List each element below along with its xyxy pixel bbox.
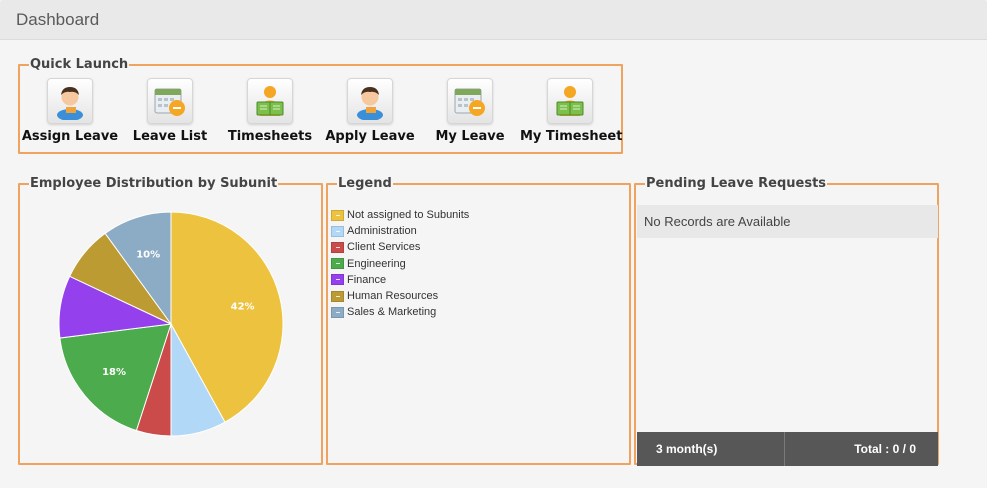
pie-data-label: 18% [102,367,126,378]
legend-list: Not assigned to Subunits Administration … [331,207,469,320]
pie-chart: 42% 18% 10% [58,211,284,437]
quick-launch-timesheets[interactable]: Timesheets [220,78,320,144]
page-title: Dashboard [16,10,100,29]
employee-distribution-panel: Employee Distribution by Subunit 42% 18% 1… [18,176,323,465]
quick-launch-leave-list[interactable]: Leave List [120,78,220,144]
legend-swatch [331,306,344,318]
quick-launch-label: My Leave [435,129,505,144]
quick-launch-label: Apply Leave [325,129,415,144]
legend-title: Legend [338,176,392,191]
calendar-icon [147,78,193,124]
pie-data-label: 10% [136,250,160,261]
legend-label: Sales & Marketing [347,306,437,319]
legend-panel: Legend Not assigned to Subunits Administ… [326,176,631,465]
person-icon [47,78,93,124]
legend-item: Administration [331,223,469,239]
quick-launch-my-timesheet[interactable]: My Timesheet [520,78,623,144]
timesheet-icon [247,78,293,124]
legend-item: Sales & Marketing [331,304,469,320]
pie-data-label: 42% [231,302,255,313]
quick-launch-my-leave[interactable]: My Leave [420,78,520,144]
legend-swatch [331,225,344,237]
quick-launch-assign-leave[interactable]: Assign Leave [20,78,120,144]
pending-title: Pending Leave Requests [646,176,827,191]
period-label: 3 month(s) [637,432,785,466]
quick-launch-label: Assign Leave [21,129,119,144]
legend-item: Engineering [331,256,469,272]
legend-item: Client Services [331,239,469,255]
quick-launch-apply-leave[interactable]: Apply Leave [320,78,420,144]
legend-swatch [331,274,344,286]
total-label: Total : 0 / 0 [854,442,916,456]
distribution-title: Employee Distribution by Subunit [30,176,278,191]
legend-item: Human Resources [331,288,469,304]
legend-swatch [331,241,344,253]
no-records-message: No Records are Available [637,205,938,238]
legend-item: Not assigned to Subunits [331,207,469,223]
legend-swatch [331,258,344,270]
dashboard-header: Dashboard [0,0,987,40]
pending-footer: 3 month(s) Total : 0 / 0 [637,432,938,466]
legend-label: Not assigned to Subunits [347,209,470,222]
legend-swatch [331,290,344,302]
quick-launch-label: Timesheets [227,129,313,144]
quick-launch-panel: Quick Launch Assign Leave Leave List Tim… [18,57,623,154]
legend-label: Engineering [347,257,406,270]
legend-label: Client Services [347,241,421,254]
calendar-icon [447,78,493,124]
timesheet-icon [547,78,593,124]
pending-leave-requests-panel: Pending Leave Requests No Records are Av… [634,176,939,466]
person-icon [347,78,393,124]
quick-launch-label: My Timesheet [520,129,623,144]
legend-label: Administration [347,225,417,238]
legend-label: Finance [347,273,387,286]
legend-swatch [331,209,344,221]
quick-launch-label: Leave List [132,129,208,144]
legend-item: Finance [331,272,469,288]
legend-label: Human Resources [347,290,439,303]
quick-launch-title: Quick Launch [30,57,129,72]
